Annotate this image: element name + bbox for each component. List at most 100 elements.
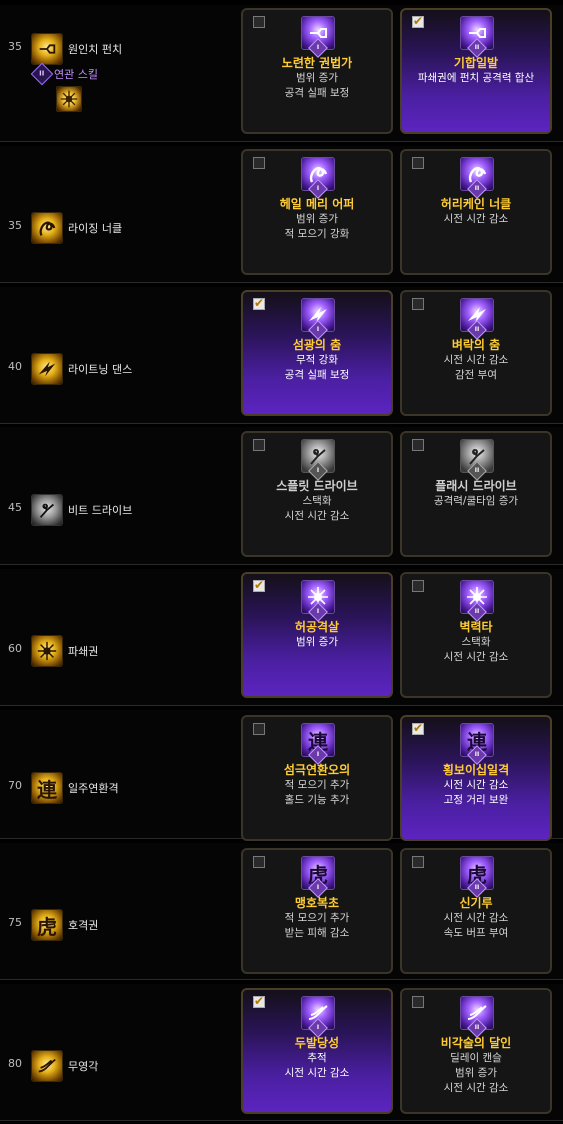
tripod-desc-line: 시전 시간 감소	[443, 354, 509, 366]
tripod-card-left[interactable]: I 섬광의 춤무적 강화공격 실패 보정	[241, 290, 393, 416]
tier-text: II	[474, 326, 480, 333]
tripod-checkbox[interactable]	[253, 994, 265, 1008]
skill-name: 라이트닝 댄스	[68, 363, 133, 376]
tripod-name: 헤일 메리 어퍼	[279, 197, 355, 211]
skill-name: 파쇄권	[68, 645, 99, 658]
tier-text: I	[316, 467, 320, 474]
related-skill-icon[interactable]	[56, 86, 82, 112]
tripod-card-right[interactable]: 連II횡보이십일격시전 시간 감소고정 거리 보완	[400, 715, 552, 841]
tripod-card-right[interactable]: II 벼락의 춤시전 시간 감소감전 부여	[400, 290, 552, 416]
tripod-desc-line: 시전 시간 감소	[443, 779, 509, 791]
tripod-checkbox[interactable]	[253, 439, 265, 451]
chain-strike-icon[interactable]: 連	[31, 772, 63, 804]
skill-level: 35	[8, 219, 22, 232]
beat-drive-icon[interactable]	[31, 494, 63, 526]
tripod-desc-line: 고정 거리 보완	[443, 794, 509, 806]
tier-text: I	[316, 1024, 320, 1031]
skill-level: 35	[8, 40, 22, 53]
tripod-checkbox[interactable]	[253, 856, 265, 868]
tripod-card-right[interactable]: II 비각술의 달인 딜레이 캔슬 범위 증가 시전 시간 감소	[400, 988, 552, 1114]
tripod-card-right[interactable]: II 기합일발파쇄권에 펀치 공격력 합산	[400, 8, 552, 134]
skill-name: 비트 드라이브	[68, 504, 133, 517]
row-divider	[0, 564, 563, 565]
tripod-card-right[interactable]: II 벽력타 스택화 시전 시간 감소	[400, 572, 552, 698]
tier-text: I	[316, 751, 320, 758]
tripod-desc-line: 시전 시간 감소	[443, 651, 509, 663]
tier-text: II	[474, 185, 480, 192]
fist-punch-icon[interactable]	[31, 33, 63, 65]
tripod-checkbox[interactable]	[412, 721, 424, 735]
tripod-name: 스플릿 드라이브	[276, 479, 358, 493]
skill-level: 70	[8, 779, 22, 792]
tier-text: II	[474, 44, 480, 51]
tripod-name: 섬광의 춤	[292, 338, 342, 352]
tripod-desc-line: 홀드 기능 추가	[284, 794, 350, 806]
skill-level: 80	[8, 1057, 22, 1070]
tripod-checkbox[interactable]	[253, 16, 265, 28]
tripod-checkbox[interactable]	[412, 14, 424, 28]
skill-name: 원인치 펀치	[68, 43, 123, 56]
tripod-card-left[interactable]: 虎 I 맹호복초 적 모으기 추가 받는 피해 감소	[241, 848, 393, 974]
tripod-desc-line: 받는 피해 감소	[284, 927, 350, 939]
related-skill: II 연관 스킬	[30, 62, 98, 86]
lightning-dance-icon[interactable]	[31, 353, 63, 385]
tripod-desc-line: 공격 실패 보정	[284, 87, 350, 99]
rising-knuckle-icon[interactable]	[31, 212, 63, 244]
tier-text: II	[474, 884, 480, 891]
tripod-name: 허공격살	[294, 620, 340, 634]
tripod-card-right[interactable]: 虎 II 신기루 시전 시간 감소 속도 버프 부여	[400, 848, 552, 974]
tripod-name: 기합일발	[453, 56, 499, 70]
tier-text: I	[316, 185, 320, 192]
related-tier-text: II	[39, 70, 45, 78]
shadowless-kick-icon[interactable]	[31, 1050, 63, 1082]
tier-text: II	[474, 751, 480, 758]
tripod-checkbox[interactable]	[253, 296, 265, 310]
tripod-checkbox[interactable]	[412, 157, 424, 169]
related-skill-label: 연관 스킬	[54, 68, 98, 81]
tripod-name: 벽력타	[459, 620, 493, 634]
tripod-desc-line: 시전 시간 감소	[443, 213, 509, 225]
row-divider	[0, 282, 563, 283]
tripod-card-left[interactable]: I 스플릿 드라이브 스택화 시전 시간 감소	[241, 431, 393, 557]
tripod-card-left[interactable]: I 헤일 메리 어퍼 범위 증가 적 모으기 강화	[241, 149, 393, 275]
related-tier-badge: II	[30, 62, 54, 86]
tripod-name: 허리케인 너클	[440, 197, 512, 211]
tripod-card-right[interactable]: II 플래시 드라이브 공격력/쿨타임 증가	[400, 431, 552, 557]
tier-text: I	[316, 44, 320, 51]
tripod-name: 신기루	[459, 896, 493, 910]
tripod-checkbox[interactable]	[253, 157, 265, 169]
tripod-desc-line: 적 모으기 강화	[284, 228, 350, 240]
tripod-card-left[interactable]: I 노련한 권법가 범위 증가 공격 실패 보정	[241, 8, 393, 134]
skill-glyph: 連	[37, 777, 57, 802]
tripod-card-left[interactable]: I 허공격살범위 증가	[241, 572, 393, 698]
tripod-desc-line: 파쇄권에 펀치 공격력 합산	[417, 72, 535, 84]
tripod-checkbox[interactable]	[412, 298, 424, 310]
skill-level: 40	[8, 360, 22, 373]
row-divider	[0, 423, 563, 424]
skill-level: 60	[8, 642, 22, 655]
tiger-fist-icon[interactable]: 虎	[31, 909, 63, 941]
tripod-desc-line: 무적 강화	[296, 354, 338, 366]
shatter-fist-icon[interactable]	[31, 635, 63, 667]
tripod-name: 섬극연환오의	[283, 763, 351, 777]
tripod-checkbox[interactable]	[253, 578, 265, 592]
tripod-desc-line: 스택화	[461, 636, 491, 648]
tripod-card-left[interactable]: 連 I 섬극연환오의 적 모으기 추가 홀드 기능 추가	[241, 715, 393, 841]
tripod-card-right[interactable]: II 허리케인 너클시전 시간 감소	[400, 149, 552, 275]
tripod-checkbox[interactable]	[412, 580, 424, 592]
tripod-desc-line: 시전 시간 감소	[443, 1082, 509, 1094]
tier-text: I	[316, 326, 320, 333]
tripod-checkbox[interactable]	[412, 439, 424, 451]
tripod-desc-line: 추적	[307, 1052, 327, 1064]
tier-text: II	[474, 467, 480, 474]
tripod-name: 벼락의 춤	[451, 338, 501, 352]
tripod-desc-line: 범위 증가	[296, 72, 338, 84]
tripod-desc-line: 범위 증가	[296, 636, 338, 648]
tripod-desc-line: 감전 부여	[455, 369, 497, 381]
tripod-checkbox[interactable]	[412, 996, 424, 1008]
tripod-card-left[interactable]: I 두발당성추적시전 시간 감소	[241, 988, 393, 1114]
skill-name: 무영각	[68, 1060, 99, 1073]
tripod-checkbox[interactable]	[412, 856, 424, 868]
tier-text: II	[474, 1024, 480, 1031]
tripod-checkbox[interactable]	[253, 723, 265, 735]
